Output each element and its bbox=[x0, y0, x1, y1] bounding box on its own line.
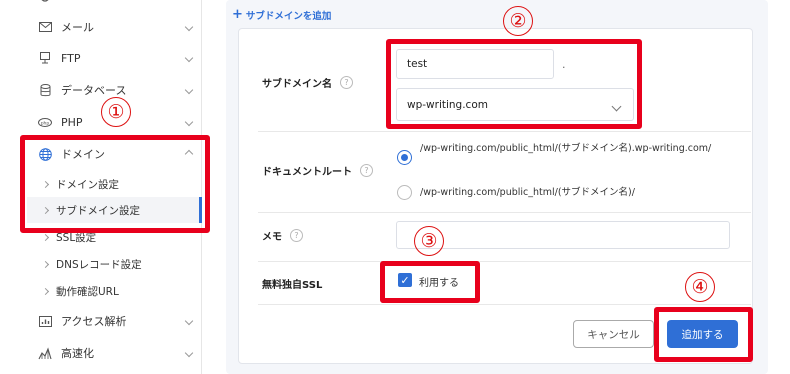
annotation-number-1: ① bbox=[101, 97, 131, 127]
annotation-number-4: ④ bbox=[685, 272, 715, 302]
help-icon[interactable]: ? bbox=[360, 164, 373, 177]
subdomain-name-label: サブドメイン名 ? bbox=[262, 75, 353, 90]
docroot-label: ドキュメントルート ? bbox=[262, 163, 373, 178]
highlight-box-3 bbox=[380, 261, 480, 303]
sidebar-sub-label: DNSレコード設定 bbox=[56, 258, 142, 271]
field-label-text: ドキュメントルート bbox=[262, 167, 352, 178]
docroot-radio-option2[interactable] bbox=[397, 185, 412, 200]
cancel-button[interactable]: キャンセル bbox=[573, 320, 654, 348]
sidebar-item-label: メール bbox=[61, 21, 94, 34]
highlight-box-2 bbox=[386, 39, 642, 129]
sidebar-item-ftp[interactable]: FTP bbox=[27, 45, 202, 71]
chevron-down-icon bbox=[184, 117, 194, 127]
sidebar-sub-dns-settings[interactable]: DNSレコード設定 bbox=[27, 251, 202, 277]
divider bbox=[258, 131, 751, 132]
chevron-down-icon bbox=[184, 22, 194, 32]
sidebar-item-label: PHP bbox=[61, 115, 83, 129]
sidebar-item-label: FTP bbox=[61, 51, 81, 65]
chevron-right-icon bbox=[41, 233, 50, 241]
svg-text:php: php bbox=[41, 120, 50, 126]
php-icon: php bbox=[38, 115, 52, 129]
plus-icon: + bbox=[232, 7, 243, 22]
mail-icon bbox=[38, 20, 52, 34]
docroot-radio-option1[interactable] bbox=[397, 150, 412, 165]
highlight-box-1 bbox=[20, 135, 210, 233]
annotation-number-3: ③ bbox=[414, 226, 444, 256]
docroot-option2-label: /wp-writing.com/public_html/(サブドメイン名)/ bbox=[420, 187, 635, 198]
chevron-right-icon bbox=[41, 260, 50, 268]
sidebar-item-label: データベース bbox=[61, 84, 127, 97]
speed-icon bbox=[38, 346, 52, 360]
chevron-right-icon bbox=[41, 287, 50, 295]
memo-label: メモ ? bbox=[262, 228, 303, 243]
sidebar-item-top-partial[interactable] bbox=[27, 0, 202, 10]
field-label-text: 無料独自SSL bbox=[262, 280, 323, 291]
settings-icon bbox=[38, 0, 52, 4]
help-icon[interactable]: ? bbox=[340, 76, 353, 89]
sidebar-item-label: 高速化 bbox=[61, 347, 94, 360]
highlight-box-4 bbox=[654, 307, 753, 362]
field-label-text: メモ bbox=[262, 232, 282, 243]
divider bbox=[258, 304, 751, 305]
chevron-down-icon bbox=[184, 348, 194, 358]
root: メール FTP データベース php PHP ドメイン ドメイン設定 サブドメイ… bbox=[0, 0, 790, 374]
add-subdomain-link[interactable]: + サブドメインを追加 bbox=[232, 8, 331, 22]
sidebar-item-speed[interactable]: 高速化 bbox=[27, 340, 202, 366]
sidebar-item-mail[interactable]: メール bbox=[27, 14, 202, 40]
sidebar-sub-label: 動作確認URL bbox=[56, 285, 119, 298]
chevron-down-icon bbox=[184, 316, 194, 326]
docroot-option1-label: /wp-writing.com/public_html/(サブドメイン名).wp… bbox=[420, 143, 712, 154]
database-icon bbox=[38, 83, 52, 97]
sidebar-item-label: アクセス解析 bbox=[61, 315, 127, 328]
chevron-down-icon bbox=[184, 85, 194, 95]
sidebar-item-analytics[interactable]: アクセス解析 bbox=[27, 308, 202, 334]
help-icon[interactable]: ? bbox=[290, 229, 303, 242]
field-label-text: サブドメイン名 bbox=[262, 79, 332, 90]
divider bbox=[258, 212, 751, 213]
divider bbox=[258, 261, 751, 262]
annotation-number-2: ② bbox=[503, 6, 533, 36]
memo-input[interactable] bbox=[396, 221, 730, 249]
sidebar-sub-check-url[interactable]: 動作確認URL bbox=[27, 278, 202, 304]
ssl-label: 無料独自SSL bbox=[262, 276, 322, 291]
monitor-icon bbox=[38, 51, 52, 65]
chevron-down-icon bbox=[184, 53, 194, 63]
add-subdomain-label: サブドメインを追加 bbox=[245, 11, 332, 22]
chart-icon bbox=[38, 314, 52, 328]
